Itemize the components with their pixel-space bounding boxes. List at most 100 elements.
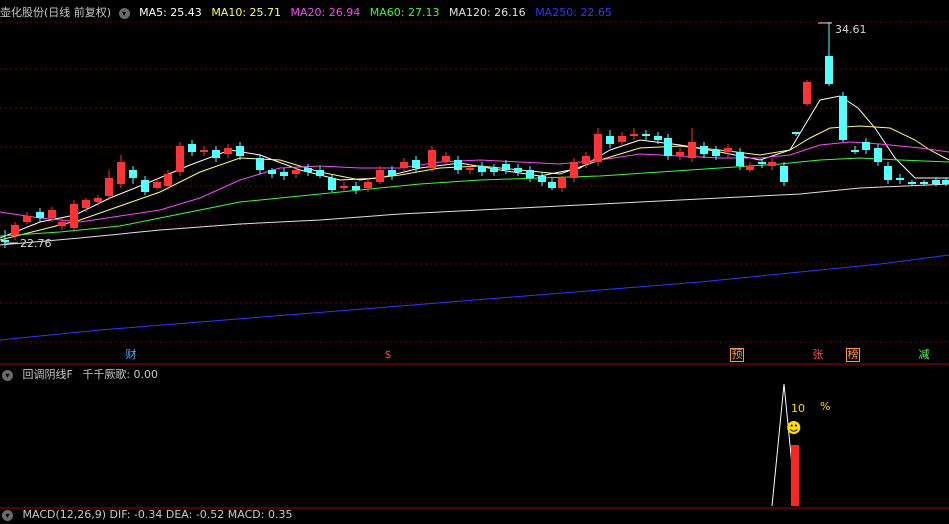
candle-body-up xyxy=(364,182,372,188)
candle-body-up xyxy=(164,174,172,186)
candle-body-down xyxy=(304,168,312,172)
candle-body-down xyxy=(884,166,892,180)
candle-body-up xyxy=(11,225,19,235)
candle-body-down xyxy=(920,182,928,184)
candle-body-up xyxy=(70,204,78,228)
candle-body-down xyxy=(825,56,833,84)
candle-body-up xyxy=(558,178,566,188)
ma60-line xyxy=(0,157,949,237)
candle-body-down xyxy=(908,182,916,184)
candle-body-down xyxy=(700,146,708,154)
candle-body-up xyxy=(400,162,408,168)
candles xyxy=(1,22,949,248)
candle-body-down xyxy=(188,144,196,152)
candle-body-down xyxy=(736,152,744,166)
candle-body-up xyxy=(570,162,578,178)
candle-body-down xyxy=(412,160,420,168)
candle-body-up xyxy=(176,146,184,172)
low-price-label: 22.76 xyxy=(20,237,52,250)
candle-body-up xyxy=(442,156,450,162)
candle-body-down xyxy=(862,142,870,150)
candle-body-up xyxy=(724,148,732,152)
candle-body-up xyxy=(58,222,66,226)
macd-header: ▾ MACD(12,26,9) DIF: -0.34 DEA: -0.52 MA… xyxy=(0,506,298,524)
ma120-line xyxy=(0,183,949,246)
event-tag-limit-up[interactable]: 张 xyxy=(811,348,825,362)
candle-body-up xyxy=(224,148,232,154)
candle-body-down xyxy=(514,168,522,172)
candle-body-down xyxy=(654,136,662,140)
candle-body-up xyxy=(630,134,638,136)
candle-body-up xyxy=(82,200,90,208)
candle-body-down xyxy=(606,136,614,144)
candle-body-down xyxy=(942,180,949,184)
ma250-line xyxy=(0,254,949,341)
event-tag-dividend[interactable]: $ xyxy=(381,348,395,362)
candle-body-up xyxy=(48,210,56,218)
candle-body-up xyxy=(105,178,113,196)
candle-body-down xyxy=(141,180,149,192)
candle-body-down xyxy=(454,160,462,170)
candle-body-down xyxy=(538,176,546,182)
candle-body-down xyxy=(548,182,556,188)
candle-body-up xyxy=(676,152,684,156)
candle-body-down xyxy=(502,164,510,170)
candle-body-down xyxy=(851,150,859,152)
event-tag-finance[interactable]: 财 xyxy=(124,348,138,362)
event-tag-forecast[interactable]: 预 xyxy=(730,348,744,362)
candle-body-down xyxy=(664,138,672,156)
indicator-header: ▾ 回调阴线F 千千厥歌: 0.00 xyxy=(0,366,164,384)
candle-body-down xyxy=(642,134,650,136)
candle-body-down xyxy=(129,170,137,178)
candle-body-up xyxy=(340,186,348,188)
event-tag-reduce[interactable]: 减 xyxy=(917,348,931,362)
candle-body-up xyxy=(618,136,626,142)
candle-body-up xyxy=(153,182,161,188)
ma5-line xyxy=(0,95,949,239)
candle-body-down xyxy=(256,158,264,170)
collapse-icon[interactable]: ▾ xyxy=(2,509,13,521)
candle-body-down xyxy=(839,96,847,140)
candle-body-down xyxy=(792,132,800,134)
event-tag-ranking[interactable]: 榜 xyxy=(846,348,860,362)
candle-body-up xyxy=(688,142,696,158)
collapse-icon[interactable]: ▾ xyxy=(2,369,13,381)
candle-body-down xyxy=(712,150,720,156)
candle-body-up xyxy=(292,170,300,174)
indicator-bar xyxy=(791,445,799,506)
candle-body-up xyxy=(466,168,474,170)
candle-body-down xyxy=(1,240,9,242)
candle-body-up xyxy=(200,150,208,152)
candle-body-up xyxy=(594,134,602,162)
candle-body-up xyxy=(376,170,384,182)
candle-body-up xyxy=(803,82,811,104)
candlestick-chart[interactable] xyxy=(0,0,949,515)
candle-body-down xyxy=(780,166,788,182)
candle-body-down xyxy=(268,170,276,174)
candle-body-down xyxy=(352,186,360,190)
candle-body-down xyxy=(36,212,44,218)
candle-body-down xyxy=(874,148,882,162)
candle-body-down xyxy=(388,170,396,176)
candle-body-down xyxy=(478,166,486,172)
candle-body-down xyxy=(280,172,288,176)
indicator-peak-label: 10 xyxy=(791,402,805,415)
indicator-value: 千千厥歌: 0.00 xyxy=(82,368,159,381)
candle-body-down xyxy=(236,146,244,156)
candle-body-up xyxy=(117,162,125,184)
candle-body-down xyxy=(490,168,498,172)
candle-body-down xyxy=(212,150,220,158)
indicator-title: 回调阴线F xyxy=(22,368,73,381)
candle-body-down xyxy=(526,170,534,178)
candle-body-up xyxy=(428,150,436,168)
candle-body-down xyxy=(328,178,336,190)
candle-body-up xyxy=(23,216,31,222)
candle-body-up xyxy=(582,156,590,164)
indicator-percent-label: % xyxy=(820,400,831,413)
candle-body-down xyxy=(758,162,766,164)
candle-body-up xyxy=(768,162,776,166)
candle-body-down xyxy=(316,170,324,176)
candle-body-up xyxy=(746,166,754,170)
high-price-label: 34.61 xyxy=(835,23,867,36)
candle-body-down xyxy=(896,178,904,180)
